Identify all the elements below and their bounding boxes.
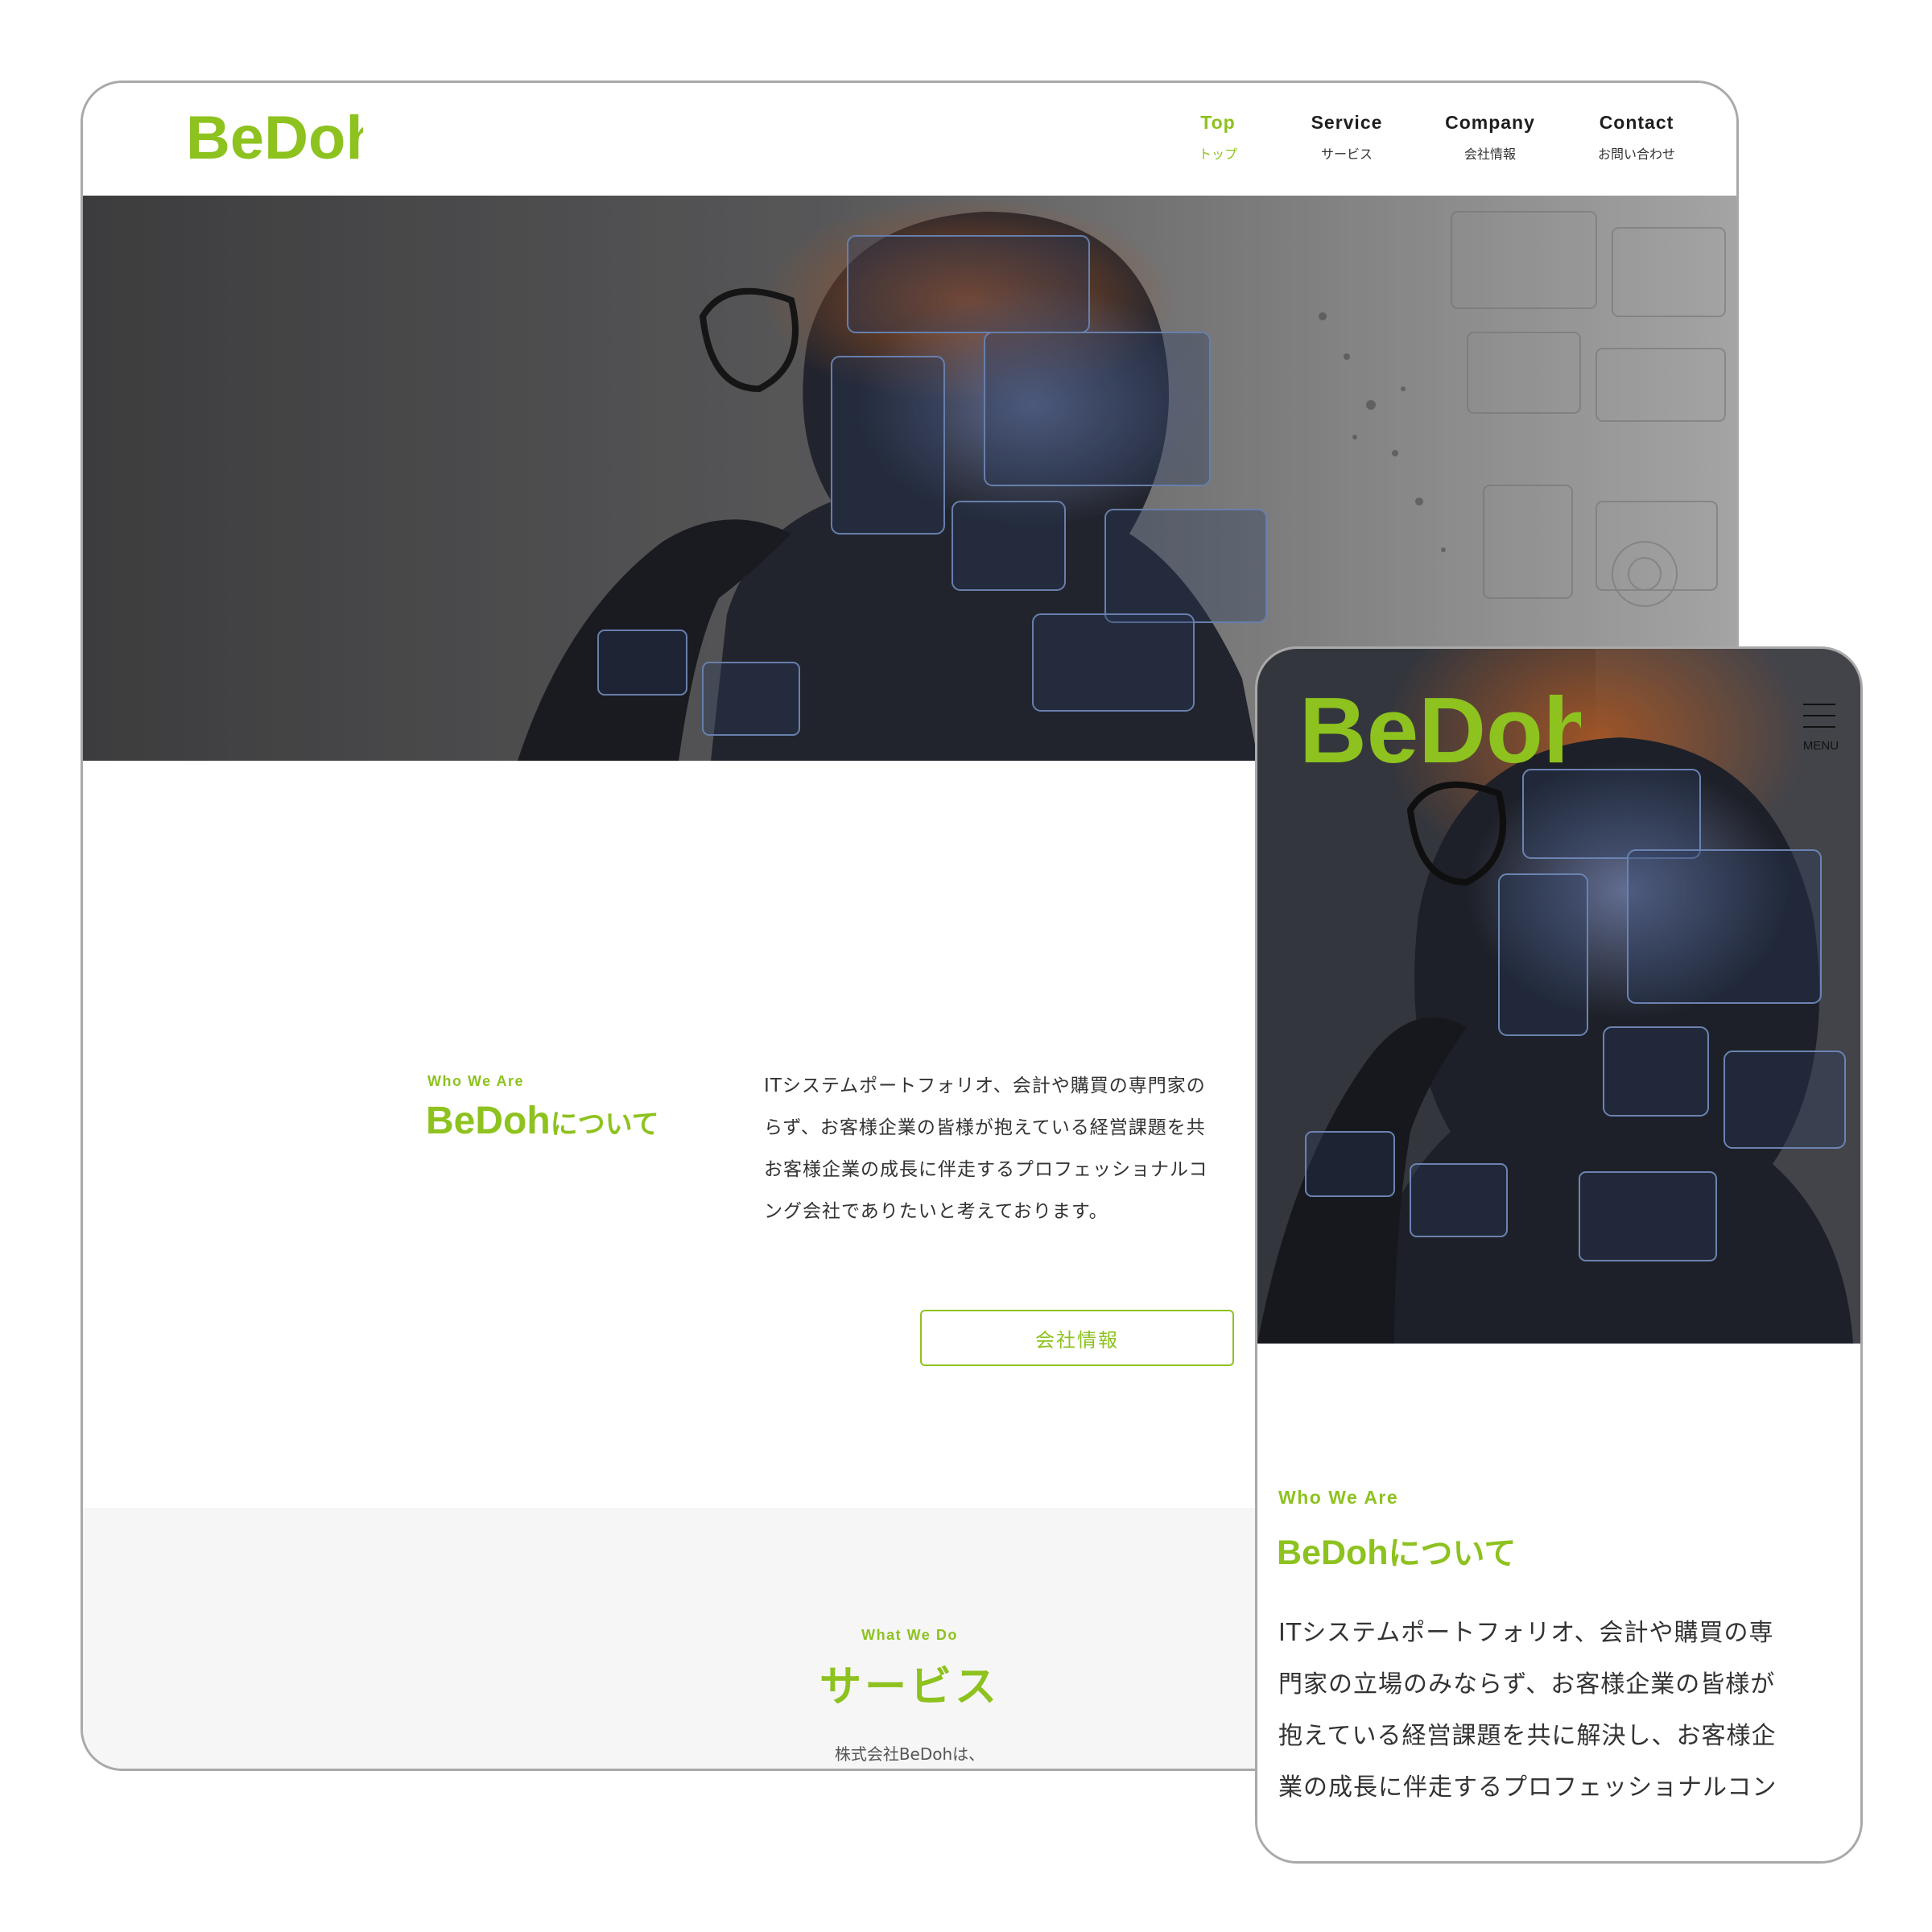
text-line: 門家の立場のみならず、お客様企業の皆様が bbox=[1278, 1670, 1776, 1699]
menu-label: MENU bbox=[1802, 739, 1839, 753]
nav-label: Service bbox=[1311, 112, 1383, 133]
hero-image: BeDoh MENU bbox=[1257, 649, 1860, 1344]
about-text: ITシステムポートフォリオ、会計や購買の専 門家の立場のみならず、お客様企業の皆… bbox=[1278, 1608, 1842, 1814]
nav-sublabel: お問い合わせ bbox=[1597, 147, 1675, 162]
title-brand: BeDoh bbox=[1277, 1534, 1389, 1572]
title-suffix: について bbox=[550, 1108, 659, 1141]
hamburger-menu-button[interactable]: MENU bbox=[1797, 697, 1840, 753]
title-brand: BeDoh bbox=[426, 1100, 551, 1142]
mobile-preview: BeDoh MENU Who We Are BeDohについて ITシステムポー… bbox=[1255, 646, 1863, 1864]
section-eyebrow: Who We Are bbox=[427, 1073, 525, 1089]
section-eyebrow: Who We Are bbox=[1278, 1487, 1399, 1508]
text-line: 業の成長に伴走するプロフェッショナルコン bbox=[1278, 1773, 1777, 1802]
nav-label: Company bbox=[1445, 112, 1535, 133]
nav-sublabel: サービス bbox=[1320, 147, 1373, 162]
nav-label: Contact bbox=[1599, 112, 1674, 133]
nav-label: Top bbox=[1200, 112, 1236, 133]
menu-icon-bar bbox=[1803, 715, 1835, 716]
about-section: Who We Are BeDohについて ITシステムポートフォリオ、会計や購買… bbox=[1257, 1344, 1860, 1861]
nav-item-top[interactable]: Top トップ bbox=[1146, 112, 1290, 163]
nav-item-contact[interactable]: Contact お問い合わせ bbox=[1564, 112, 1709, 163]
nav-sublabel: 会社情報 bbox=[1463, 147, 1516, 162]
nav-item-service[interactable]: Service サービス bbox=[1274, 112, 1419, 163]
nav-item-company[interactable]: Company 会社情報 bbox=[1418, 112, 1563, 163]
company-info-button[interactable]: 会社情報 bbox=[920, 1310, 1234, 1366]
menu-icon-bar bbox=[1803, 726, 1835, 728]
bedoh-logo[interactable]: BeDoh bbox=[1299, 678, 1581, 774]
section-title: BeDohについて bbox=[1277, 1527, 1516, 1574]
text-line: ITシステムポートフォリオ、会計や購買の専 bbox=[1278, 1619, 1774, 1647]
title-suffix: について bbox=[1388, 1535, 1517, 1572]
logo-text: BeDoh bbox=[186, 104, 363, 168]
text-line: 抱えている経営課題を共に解決し、お客様企 bbox=[1278, 1722, 1777, 1750]
bedoh-logo[interactable]: BeDoh bbox=[186, 104, 363, 168]
logo-text: BeDoh bbox=[1299, 678, 1581, 774]
section-title: BeDohについて bbox=[426, 1099, 659, 1143]
site-header: BeDoh Top トップ Service サービス Company 会社情報 … bbox=[83, 83, 1736, 196]
nav-sublabel: トップ bbox=[1198, 147, 1237, 162]
menu-icon-bar bbox=[1803, 704, 1835, 705]
